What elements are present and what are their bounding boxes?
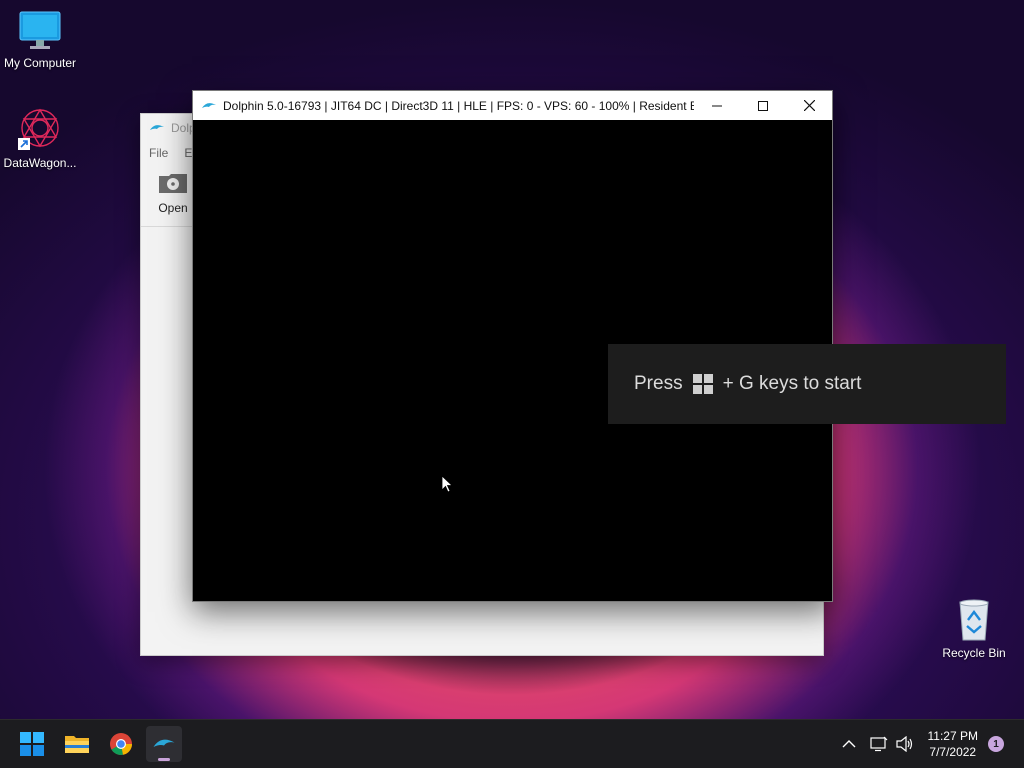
close-icon xyxy=(803,100,815,111)
folder-icon xyxy=(65,736,89,753)
open-button-label: Open xyxy=(158,201,188,215)
clock-date: 7/7/2022 xyxy=(929,745,977,759)
volume-icon[interactable] xyxy=(896,736,914,752)
mouse-cursor-icon xyxy=(441,475,453,493)
windows-key-icon xyxy=(692,374,713,394)
maximize-icon xyxy=(758,100,768,111)
minimize-icon xyxy=(712,105,722,106)
windows-logo-icon xyxy=(20,732,44,756)
desktop-icon-label: DataWagon... xyxy=(3,156,77,170)
disc-folder-icon xyxy=(159,174,187,193)
datawagon-shortcut-icon xyxy=(18,108,59,150)
network-icon[interactable] xyxy=(870,736,888,752)
recycle-bin-icon xyxy=(959,599,989,641)
menu-file[interactable]: File xyxy=(149,146,168,160)
notification-badge[interactable]: 1 xyxy=(988,736,1004,752)
desktop-icon-label: My Computer xyxy=(3,56,77,70)
chrome-icon xyxy=(110,733,132,755)
desktop-icon-my-computer[interactable]: My Computer xyxy=(0,10,80,70)
dolphin-icon xyxy=(202,102,216,108)
minimize-button[interactable] xyxy=(694,91,740,120)
maximize-button[interactable] xyxy=(740,91,786,120)
chrome-button[interactable] xyxy=(103,726,139,762)
open-button[interactable]: Open xyxy=(149,164,197,215)
taskbar: 11:27 PM 7/7/2022 1 xyxy=(0,719,1024,768)
desktop-icon-datawagon[interactable]: DataWagon... xyxy=(0,106,80,170)
monitor-icon xyxy=(19,11,61,49)
toast-press-text: Press xyxy=(634,373,683,394)
desktop-icon-recycle-bin[interactable]: Recycle Bin xyxy=(934,598,1014,660)
system-tray xyxy=(842,720,914,768)
dolphin-icon xyxy=(150,125,164,130)
render-window-titlebar[interactable]: Dolphin 5.0-16793 | JIT64 DC | Direct3D … xyxy=(193,91,832,120)
desktop-icon-label: Recycle Bin xyxy=(942,646,1006,660)
file-explorer-button[interactable] xyxy=(59,726,95,762)
toast-instruction-text: + G keys to start xyxy=(722,373,862,394)
render-window-title: Dolphin 5.0-16793 | JIT64 DC | Direct3D … xyxy=(223,98,694,113)
dolphin-icon xyxy=(153,739,175,747)
start-button[interactable] xyxy=(14,726,50,762)
taskbar-clock[interactable]: 11:27 PM 7/7/2022 xyxy=(928,728,978,760)
close-button[interactable] xyxy=(786,91,832,120)
chevron-up-icon[interactable] xyxy=(842,739,856,749)
game-bar-toast: Press + G keys to start xyxy=(608,344,1006,424)
dolphin-taskbar-button[interactable] xyxy=(146,726,182,762)
clock-time: 11:27 PM xyxy=(927,729,978,743)
